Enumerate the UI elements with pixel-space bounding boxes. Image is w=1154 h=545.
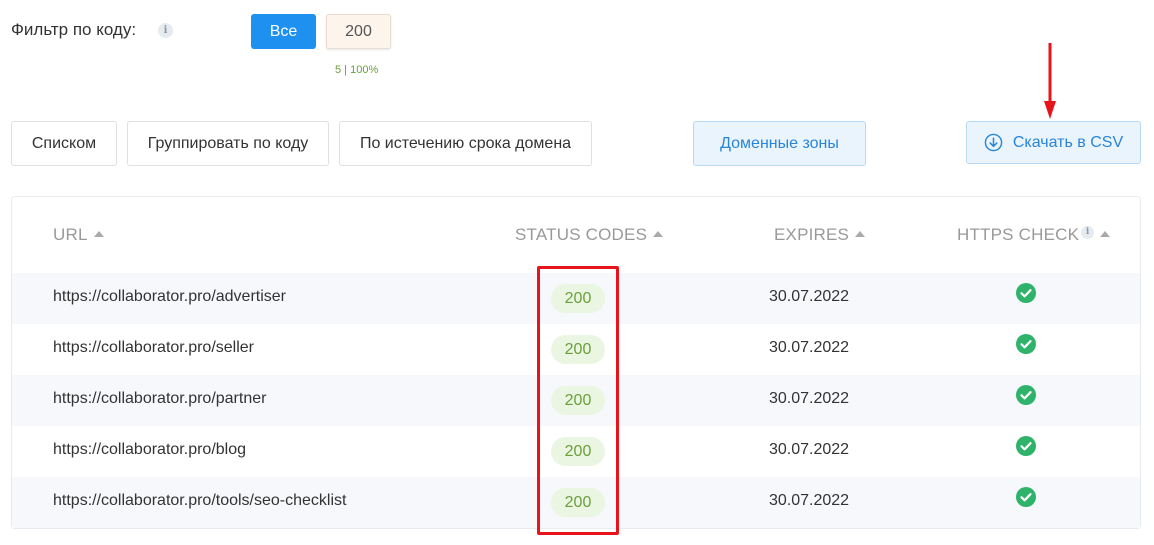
expires-date: 30.07.2022 — [769, 288, 850, 305]
info-icon[interactable]: i — [1081, 226, 1095, 239]
column-header-url[interactable]: URL — [53, 225, 104, 245]
table-row: https://collaborator.pro/partner 200 30.07… — [12, 375, 1140, 426]
filter-label: Фильтр по коду: — [11, 20, 137, 39]
group-by-code-button[interactable]: Группировать по коду — [127, 121, 329, 166]
domain-zones-button[interactable]: Доменные зоны — [693, 121, 866, 166]
table-row: https://collaborator.pro/advertiser 200 30… — [12, 273, 1140, 324]
sort-asc-icon — [1100, 231, 1111, 237]
filter-count: 5 | 100% — [335, 64, 379, 76]
expires-date: 30.07.2022 — [769, 390, 850, 407]
status-badge: 200 — [551, 386, 605, 415]
sort-asc-icon — [653, 231, 664, 237]
check-circle-icon — [1016, 334, 1036, 354]
table-row: https://collaborator.pro/seller 200 30.07.… — [12, 324, 1140, 375]
table-row: https://collaborator.pro/tools/seo-check… — [12, 477, 1140, 528]
expires-date: 30.07.2022 — [769, 339, 850, 356]
check-circle-icon — [1016, 385, 1036, 405]
check-circle-icon — [1016, 487, 1036, 507]
url-link[interactable]: https://collaborator.pro/partner — [53, 390, 266, 408]
status-badge: 200 — [551, 284, 605, 313]
filter-all-button[interactable]: Все — [251, 14, 316, 49]
url-link[interactable]: https://collaborator.pro/seller — [53, 339, 254, 357]
filter-200-button[interactable]: 200 — [326, 14, 391, 49]
download-csv-label: Скачать в CSV — [1012, 133, 1124, 151]
status-badge: 200 — [551, 488, 605, 517]
check-circle-icon — [1016, 436, 1036, 456]
expires-date: 30.07.2022 — [769, 492, 850, 509]
sort-asc-icon — [93, 231, 104, 237]
status-badge: 200 — [551, 437, 605, 466]
table-row: https://collaborator.pro/blog 200 30.07.20… — [12, 426, 1140, 477]
url-link[interactable]: https://collaborator.pro/tools/seo-check… — [53, 492, 346, 510]
sort-by-expiry-button[interactable]: По истечению срока домена — [339, 121, 592, 166]
url-link[interactable]: https://collaborator.pro/blog — [53, 441, 246, 459]
info-icon[interactable]: i — [158, 23, 173, 38]
column-header-expires[interactable]: EXPIRES — [774, 225, 866, 245]
view-list-button[interactable]: Списком — [11, 121, 117, 166]
annotation-arrow-icon — [1044, 43, 1056, 119]
check-circle-icon — [1016, 283, 1036, 303]
download-csv-button[interactable]: Скачать в CSV — [966, 121, 1141, 164]
column-header-https[interactable]: HTTPS CHECK i — [957, 225, 1111, 245]
results-table: URL STATUS CODES EXPIRES HTTPS CHECK i ht… — [11, 196, 1141, 529]
download-icon — [984, 133, 1003, 152]
status-badge: 200 — [551, 335, 605, 364]
url-link[interactable]: https://collaborator.pro/advertiser — [53, 288, 286, 306]
column-header-status[interactable]: STATUS CODES — [515, 225, 664, 245]
expires-date: 30.07.2022 — [769, 441, 850, 458]
sort-asc-icon — [855, 231, 866, 237]
